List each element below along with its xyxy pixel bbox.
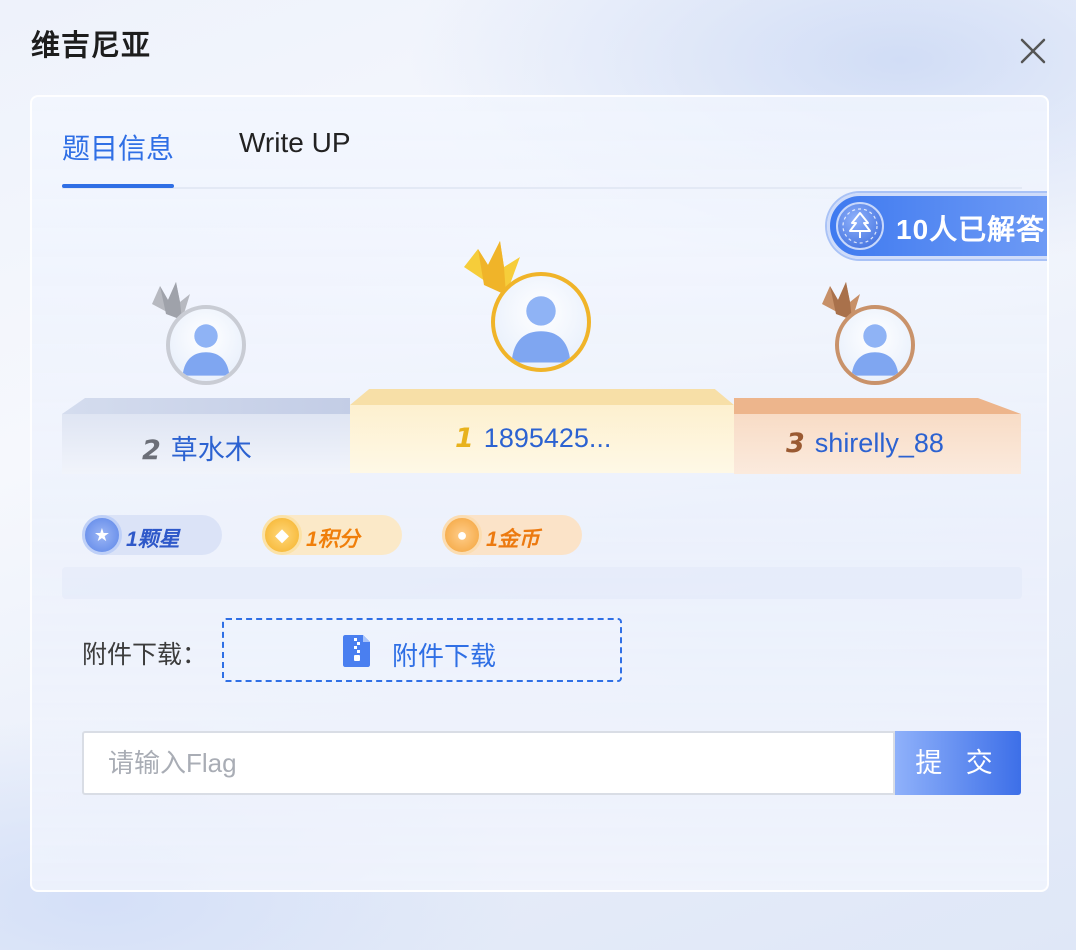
rank-number-3: 3 <box>786 428 805 459</box>
solved-count-badge[interactable]: 10人已解答 <box>827 193 1047 259</box>
star-icon: ★ <box>82 515 122 555</box>
rank-number-2: 2 <box>142 435 161 466</box>
reward-gold-text: 1金币 <box>486 528 540 551</box>
rank-number-1: 1 <box>455 423 474 454</box>
reward-star-text: 1颗星 <box>126 528 180 551</box>
flag-input[interactable] <box>82 731 895 795</box>
money-bag-icon: ● <box>442 515 482 555</box>
points-coin-icon: ◆ <box>262 515 302 555</box>
avatar-second-place <box>166 305 246 385</box>
attachment-button-label: 附件下载 <box>392 641 497 671</box>
avatar-first-place <box>491 272 591 372</box>
third-place-label: 3 shirelly_88 <box>786 428 944 459</box>
reward-points-text: 1积分 <box>306 528 360 551</box>
solved-count-text: 10人已解答 <box>896 214 1046 245</box>
reward-points: ◆ 1积分 <box>262 515 402 555</box>
dialog-title: 维吉尼亚 <box>31 30 152 62</box>
close-icon[interactable] <box>1014 32 1052 70</box>
podium-third-top <box>734 398 1021 414</box>
attachment-download-button[interactable]: 附件下载 <box>222 618 622 682</box>
tab-bar: 题目信息 Write UP <box>62 97 1022 189</box>
reward-gold: ● 1金币 <box>442 515 582 555</box>
tree-icon <box>836 202 884 250</box>
active-tab-indicator <box>62 184 174 188</box>
submit-button[interactable]: 提 交 <box>895 731 1021 795</box>
podium-first-top <box>350 389 734 405</box>
description-area <box>62 567 1022 599</box>
second-place-label: 2 草水木 <box>142 428 252 467</box>
first-place-name[interactable]: 1895425... <box>484 423 612 453</box>
third-place-name[interactable]: shirelly_88 <box>815 428 944 458</box>
close-button[interactable] <box>1014 32 1052 70</box>
tab-challenge-info[interactable]: 题目信息 <box>62 127 174 167</box>
tab-write-up[interactable]: Write UP <box>239 127 351 159</box>
podium-second-top <box>62 398 350 414</box>
second-place-name[interactable]: 草水木 <box>171 435 252 465</box>
first-place-label: 1 1895425... <box>455 423 611 454</box>
zip-file-icon <box>343 635 370 667</box>
attachment-label: 附件下载： <box>82 641 208 669</box>
avatar-third-place <box>835 305 915 385</box>
reward-star: ★ 1颗星 <box>82 515 222 555</box>
challenge-card: 题目信息 Write UP 10人已解答 2 草水木 1 1895425... … <box>30 95 1049 892</box>
